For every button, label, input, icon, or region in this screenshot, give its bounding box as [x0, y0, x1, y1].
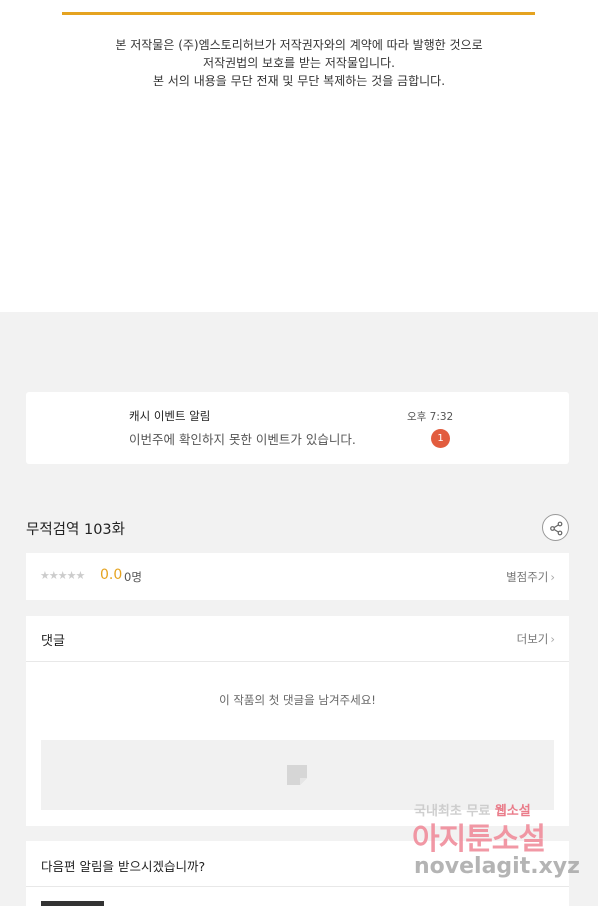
more-label: 더보기: [516, 632, 549, 646]
watermark-url: novelagit.xyz: [414, 854, 580, 879]
rating-bar: ★★★★★ 0.0 0명 별점주기 ›: [26, 553, 569, 600]
chevron-right-icon: ›: [550, 632, 555, 646]
notification-badge: 1: [431, 429, 450, 448]
comments-section: 댓글 더보기 › 이 작품의 첫 댓글을 남겨주세요!: [26, 616, 569, 826]
notification-body: 이번주에 확인하지 못한 이벤트가 있습니다.: [129, 432, 356, 447]
episode-title: 무적검역 103화: [26, 522, 125, 538]
copyright-line: 본 저작물은 (주)엠스토리허브가 저작권자와의 계약에 따라 발행한 것으로: [115, 38, 483, 52]
comments-header: 댓글: [41, 634, 65, 649]
image-placeholder-icon: [287, 765, 307, 785]
rate-button[interactable]: 별점주기 ›: [506, 569, 555, 585]
comments-more-button[interactable]: 더보기 ›: [517, 631, 555, 647]
copyright-line: 저작권법의 보호를 받는 저작물입니다.: [203, 56, 395, 70]
rating-count: 0명: [124, 570, 142, 584]
accent-divider: [62, 12, 535, 15]
chevron-right-icon: ›: [550, 570, 555, 584]
watermark-logo-text: 아지툰소설: [412, 822, 546, 857]
notification-time: 오후 7:32: [407, 411, 454, 423]
site-watermark: 국내최초 무료 웹소설 아지툰소설 novelagit.xyz: [410, 798, 580, 888]
notification-title: 캐시 이벤트 알림: [129, 409, 211, 423]
next-alert-question: 다음편 알림을 받으시겠습니까?: [41, 859, 206, 874]
episode-thumbnail[interactable]: [41, 901, 104, 906]
divider: [26, 661, 569, 662]
rating-score: 0.0: [100, 567, 123, 583]
share-button[interactable]: [542, 514, 569, 541]
rate-label: 별점주기: [506, 570, 549, 584]
copyright-notice: 본 저작물은 (주)엠스토리허브가 저작권자와의 계약에 따라 발행한 것으로 …: [60, 36, 538, 90]
cash-event-notification[interactable]: 캐시 이벤트 알림 이번주에 확인하지 못한 이벤트가 있습니다. 오후 7:3…: [26, 392, 569, 464]
comments-empty-text: 이 작품의 첫 댓글을 남겨주세요!: [219, 693, 376, 707]
copyright-section: 본 저작물은 (주)엠스토리허브가 저작권자와의 계약에 따라 발행한 것으로 …: [0, 0, 598, 312]
share-icon: [550, 521, 563, 536]
copyright-line: 본 서의 내용을 무단 전재 및 무단 복제하는 것을 금합니다.: [152, 74, 446, 88]
rating-stars: ★★★★★: [40, 569, 85, 582]
